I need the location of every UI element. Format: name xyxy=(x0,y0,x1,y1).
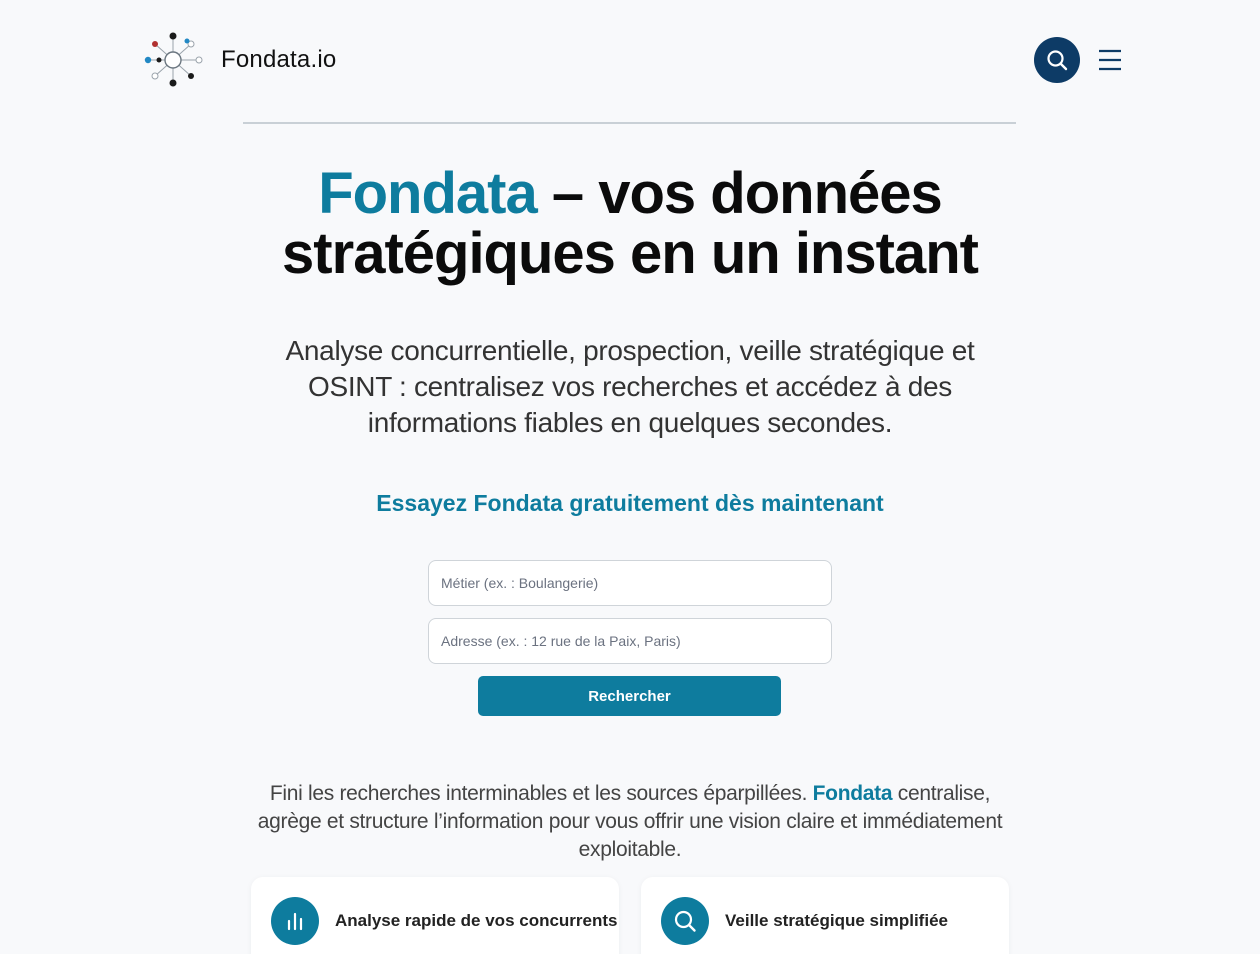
header-search-button[interactable] xyxy=(1034,37,1080,83)
network-logo-icon xyxy=(144,32,203,87)
feature-icon-circle xyxy=(271,897,319,945)
job-input[interactable] xyxy=(428,560,832,606)
feature-card-title: Analyse rapide de vos concurrents xyxy=(335,911,618,930)
hero-subtitle: Analyse concurrentielle, prospection, ve… xyxy=(285,335,975,438)
cta-heading: Essayez Fondata gratuitement dès mainten… xyxy=(376,490,884,516)
description-brand: Fondata xyxy=(812,782,893,805)
hamburger-menu-icon xyxy=(1099,49,1121,71)
hero-title-brand: Fondata xyxy=(318,161,538,226)
menu-button[interactable] xyxy=(1096,46,1124,74)
search-icon xyxy=(1047,50,1068,71)
logo[interactable]: Fondata.io xyxy=(142,30,336,90)
search-submit-button[interactable]: Rechercher xyxy=(478,676,781,716)
address-input[interactable] xyxy=(428,618,832,664)
feature-card-title: Veille stratégique simplifiée xyxy=(725,911,948,930)
header-divider xyxy=(243,122,1016,124)
feature-icon-circle xyxy=(661,897,709,945)
description-before: Fini les recherches interminables et les… xyxy=(269,782,813,805)
description: Fini les recherches interminables et les… xyxy=(240,780,1020,864)
hero-title-line1: – vos données xyxy=(536,161,943,226)
hero-title: Fondata – vos données stratégiques en un… xyxy=(180,164,1080,284)
search-icon xyxy=(674,910,696,932)
bar-chart-icon xyxy=(287,912,303,931)
hero-title-line2: stratégiques en un instant xyxy=(282,221,979,286)
site-header: Fondata.io xyxy=(0,0,1260,122)
feature-card-competitors: Analyse rapide de vos concurrents xyxy=(251,877,619,954)
feature-card-watch: Veille stratégique simplifiée xyxy=(641,877,1009,954)
logo-text: Fondata.io xyxy=(221,46,337,73)
